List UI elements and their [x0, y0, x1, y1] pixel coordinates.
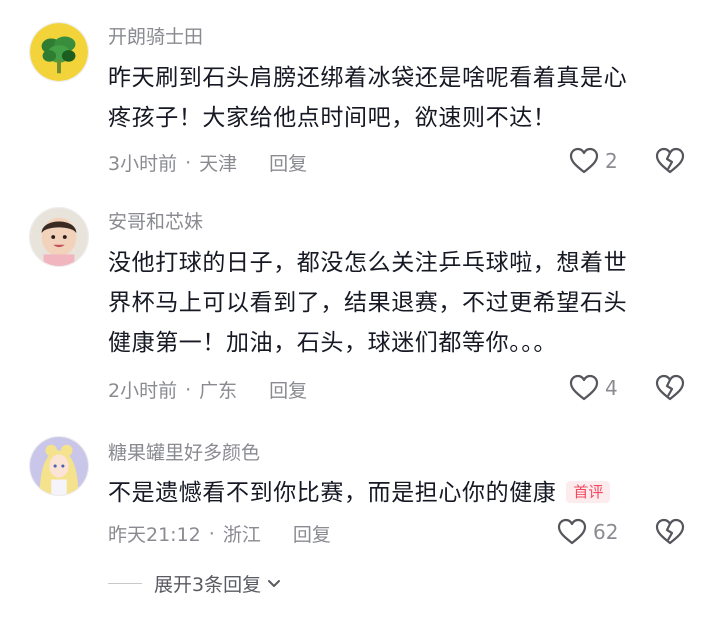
like-count: 2 [605, 149, 618, 173]
heart-outline-icon [557, 518, 587, 545]
comment-time: 昨天21:12 [108, 524, 201, 546]
comment-username[interactable]: 开朗骑士田 [108, 22, 203, 49]
separator-dot: · [185, 378, 192, 401]
dislike-button[interactable] [655, 374, 685, 402]
leaf-avatar-image [30, 23, 88, 81]
child-photo-avatar [30, 208, 88, 266]
comment-location: 天津 [199, 153, 238, 175]
comment-location: 浙江 [222, 524, 261, 546]
divider-line [108, 583, 142, 584]
like-count: 4 [605, 376, 618, 400]
avatar[interactable] [29, 436, 89, 496]
comment-username[interactable]: 安哥和芯妹 [108, 207, 203, 234]
dislike-button[interactable] [655, 518, 685, 546]
comment-username[interactable]: 糖果罐里好多颜色 [108, 438, 260, 465]
like-button[interactable]: 4 [569, 374, 618, 402]
comment-text: 不是遗憾看不到你比赛，而是担心你的健康 首评 [108, 473, 698, 513]
comment-text-line: 没他打球的日子，都没怎么关注乒乓球啦，想着世 [108, 250, 628, 276]
comment-text: 昨天刷到石头肩膀还绑着冰袋还是啥呢看着真是心 疼孩子！大家给他点时间吧，欲速则不… [108, 58, 698, 138]
separator-dot: · [185, 151, 192, 174]
comment-text-line: 昨天刷到石头肩膀还绑着冰袋还是啥呢看着真是心 [108, 65, 628, 91]
first-comment-badge: 首评 [566, 481, 611, 503]
broken-heart-icon [655, 518, 685, 545]
like-count: 62 [593, 520, 619, 544]
comment-meta: 2小时前 · 广东 回复 [108, 376, 307, 403]
comment-text-content: 不是遗憾看不到你比赛，而是担心你的健康 [108, 480, 557, 506]
broken-heart-icon [655, 147, 685, 174]
comment-time: 2小时前 [108, 380, 178, 402]
comment-text-line: 疼孩子！大家给他点时间吧，欲速则不达！ [108, 105, 557, 131]
expand-replies-button[interactable]: 展开3条回复 [108, 570, 283, 597]
expand-replies-label: 展开3条回复 [154, 574, 262, 596]
like-button[interactable]: 62 [557, 518, 618, 546]
comment-text-line: 界杯马上可以看到了，结果退赛，不过更希望石头 [108, 290, 628, 316]
chevron-down-icon [268, 579, 281, 587]
anime-character-avatar [30, 437, 88, 495]
dislike-button[interactable] [655, 147, 685, 175]
comment-text-line: 不是遗憾看不到你比赛，而是担心你的健康 首评 [108, 473, 698, 513]
separator-dot: · [208, 522, 215, 545]
avatar[interactable] [29, 207, 89, 267]
comment-time: 3小时前 [108, 153, 178, 175]
reply-button[interactable]: 回复 [269, 149, 307, 176]
reply-button[interactable]: 回复 [293, 520, 331, 547]
comment-location: 广东 [199, 380, 238, 402]
comment-text-line: 健康第一！加油，石头，球迷们都等你。。。 [108, 330, 557, 356]
heart-outline-icon [569, 147, 599, 174]
heart-outline-icon [569, 374, 599, 401]
broken-heart-icon [655, 374, 685, 401]
comment-meta: 昨天21:12 · 浙江 回复 [108, 520, 331, 547]
avatar[interactable] [29, 22, 89, 82]
like-button[interactable]: 2 [569, 147, 618, 175]
comment-meta: 3小时前 · 天津 回复 [108, 149, 307, 176]
comment-text: 没他打球的日子，都没怎么关注乒乓球啦，想着世 界杯马上可以看到了，结果退赛，不过… [108, 243, 698, 363]
reply-button[interactable]: 回复 [269, 376, 307, 403]
